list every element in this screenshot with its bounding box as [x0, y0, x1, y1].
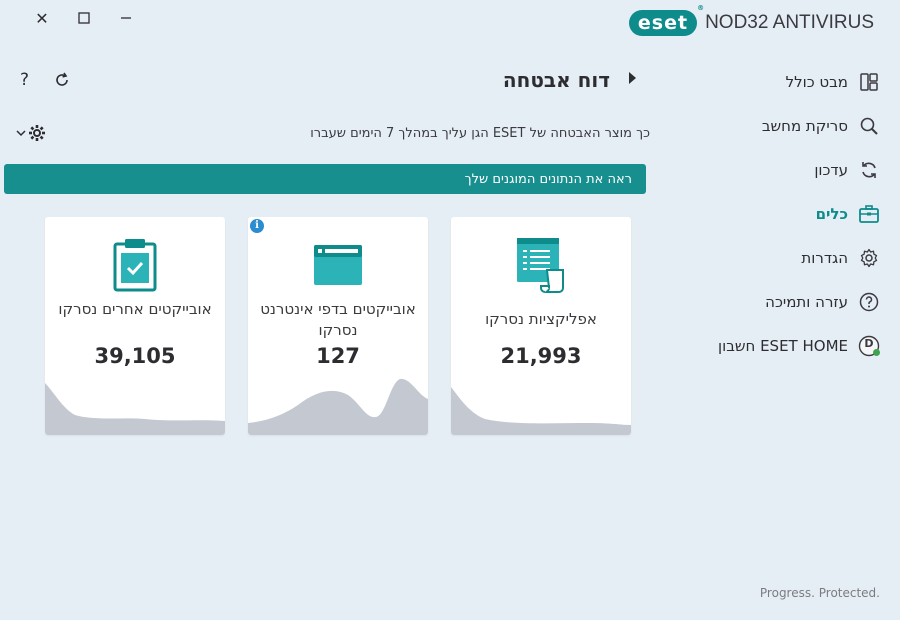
- sidebar-item-label: הגדרות: [801, 249, 848, 267]
- account-avatar-icon: D: [858, 335, 880, 357]
- sidebar-item-eset-home-account[interactable]: D חשבון ESET HOME: [700, 331, 880, 361]
- eset-logo: eset ®: [628, 4, 704, 36]
- refresh-icon: [56, 72, 68, 86]
- page-title: דוח אבטחה: [502, 68, 610, 92]
- stat-card-applications: אפליקציות נסרקו 21,993: [451, 217, 631, 435]
- clipboard-check-icon: [113, 239, 157, 292]
- sidebar-item-label: עדכון: [814, 161, 848, 179]
- sidebar-item-update[interactable]: עדכון: [700, 155, 880, 185]
- refresh-icon: [858, 159, 880, 181]
- card-label: אובייקטים אחרים נסרקו: [58, 300, 212, 318]
- info-icon[interactable]: i: [250, 219, 264, 233]
- help-circle-icon: [858, 291, 880, 313]
- stat-card-other-objects: אובייקטים אחרים נסרקו 39,105: [45, 217, 225, 435]
- sidebar-item-settings[interactable]: הגדרות: [700, 243, 880, 273]
- gear-icon: [29, 125, 45, 141]
- maximize-button[interactable]: [72, 6, 96, 30]
- page-subtitle: כך מוצר האבטחה של ESET הגן עליך במהלך 7 …: [310, 126, 650, 141]
- apps-document-icon: [517, 238, 564, 293]
- brand: eset ® NOD32 ANTIVIRUS: [628, 4, 874, 36]
- back-arrow-icon[interactable]: [629, 72, 636, 84]
- sparkline-chart: [248, 378, 428, 435]
- refresh-button[interactable]: [52, 70, 72, 94]
- card-value: 21,993: [500, 344, 582, 368]
- dashboard-icon: [858, 71, 880, 93]
- sidebar-item-label: סריקת מחשב: [761, 117, 848, 135]
- sidebar-item-computer-scan[interactable]: סריקת מחשב: [700, 111, 880, 141]
- sidebar-item-overview[interactable]: מבט כולל: [700, 67, 880, 97]
- minimize-button[interactable]: [114, 6, 138, 30]
- report-settings-dropdown[interactable]: [16, 124, 46, 142]
- stat-card-web-objects: אובייקטים בדפי אינטרנט נסרקו 127: [248, 217, 428, 435]
- sidebar-item-label: חשבון ESET HOME: [718, 337, 848, 355]
- chevron-down-icon: [16, 130, 26, 137]
- card-label: אובייקטים בדפי אינטרנט נסרקו: [260, 300, 416, 339]
- sidebar-item-tools[interactable]: כלים: [700, 199, 880, 229]
- product-name: NOD32 ANTIVIRUS: [705, 12, 874, 33]
- sparkline-chart: [45, 383, 225, 435]
- gear-icon: [858, 247, 880, 269]
- protected-data-banner[interactable]: ראה את הנתונים המוגנים שלך: [4, 164, 646, 194]
- sidebar-item-help-support[interactable]: עזרה ותמיכה: [700, 287, 880, 317]
- browser-window-icon: [314, 245, 362, 285]
- sidebar-item-label: כלים: [815, 205, 848, 223]
- toolbox-icon: [858, 203, 880, 225]
- search-icon: [858, 115, 880, 137]
- minimize-icon: [121, 17, 131, 19]
- close-button[interactable]: ✕: [30, 6, 54, 30]
- online-status-dot: [873, 349, 880, 356]
- sidebar-item-label: עזרה ותמיכה: [765, 293, 848, 311]
- footer-tagline: Progress. Protected.: [759, 586, 880, 600]
- card-value: 127: [316, 344, 360, 368]
- sparkline-chart: [451, 387, 631, 435]
- card-value: 39,105: [94, 344, 176, 368]
- help-button[interactable]: ?: [20, 70, 29, 90]
- sidebar-item-label: מבט כולל: [785, 73, 848, 91]
- card-label: אפליקציות נסרקו: [485, 310, 597, 328]
- maximize-icon: [78, 12, 90, 24]
